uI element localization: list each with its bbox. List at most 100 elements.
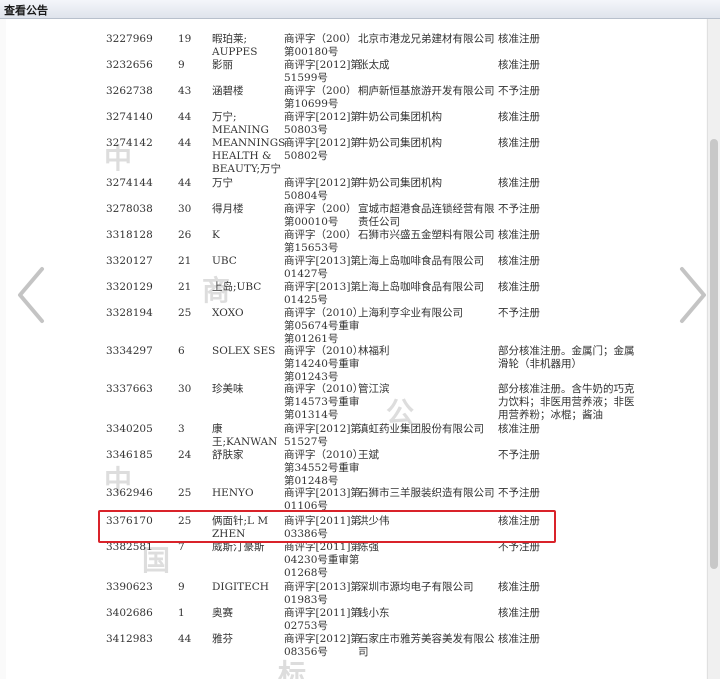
applicant: 张太成 <box>358 59 390 71</box>
application-number: 3274144 <box>106 177 153 189</box>
review-reference: 商评字[2011]第02753号 <box>284 607 361 632</box>
application-number: 3227969 <box>106 33 153 45</box>
review-reference: 商评字（200）第10699号 <box>284 85 357 110</box>
chevron-left-icon <box>18 267 44 323</box>
trademark-name: 奥赛 <box>212 607 233 619</box>
class-number: 44 <box>178 137 192 149</box>
class-number: 3 <box>178 423 185 435</box>
review-reference: 商评字（2010）第14573号重审第01314号 <box>284 383 360 421</box>
class-number: 44 <box>178 633 192 645</box>
announcement-page: 中 商 公 中 国 标 3227969 19 暇珀莱; AUPPES 商评字（2… <box>6 19 706 679</box>
chevron-right-icon <box>680 267 706 323</box>
class-number: 21 <box>178 255 192 267</box>
class-number: 6 <box>178 345 185 357</box>
review-reference: 商评字[2012]第50804号 <box>284 177 361 202</box>
class-number: 30 <box>178 203 192 215</box>
class-number: 19 <box>178 33 192 45</box>
application-number: 3412983 <box>106 633 153 645</box>
review-result: 核准注册 <box>498 633 540 645</box>
trademark-name: 万宁; MEANING <box>212 111 269 136</box>
review-result: 核准注册 <box>498 33 540 45</box>
window-titlebar: 查看公告 <box>0 0 720 19</box>
review-reference: 商评字（200）第00010号 <box>284 203 357 228</box>
class-number: 1 <box>178 607 185 619</box>
applicant: 滇虹药业集团股份有限公司 <box>358 423 484 435</box>
review-reference: 商评字[2011]第04230号重审第01268号 <box>284 541 361 579</box>
application-number: 3320127 <box>106 255 153 267</box>
applicant: 牛奶公司集团机构 <box>358 137 442 149</box>
trademark-name: 得月楼 <box>212 203 244 215</box>
trademark-name: 万宁 <box>212 177 233 189</box>
review-reference: 商评字[2013]第01983号 <box>284 581 361 606</box>
class-number: 30 <box>178 383 192 395</box>
trademark-name: 康王;KANWAN <box>212 423 278 448</box>
review-result: 不予注册 <box>498 203 540 215</box>
trademark-name: 雅芬 <box>212 633 233 645</box>
review-reference: 商评字[2013]第01425号 <box>284 281 361 306</box>
application-number: 3346185 <box>106 449 153 461</box>
application-number: 3337663 <box>106 383 153 395</box>
application-number: 3328194 <box>106 307 153 319</box>
applicant: 石狮市三羊服装织造有限公司 <box>358 487 495 499</box>
review-reference: 商评字（200）第15653号 <box>284 229 357 254</box>
class-number: 25 <box>178 307 192 319</box>
review-result: 核准注册 <box>498 177 540 189</box>
class-number: 43 <box>178 85 192 97</box>
review-reference: 商评字[2012]第50802号 <box>284 137 361 162</box>
trademark-name: 影丽 <box>212 59 233 71</box>
review-reference: 商评字[2013]第01427号 <box>284 255 361 280</box>
applicant: 石狮市兴盛五金塑料有限公司 <box>358 229 495 241</box>
application-number: 3232656 <box>106 59 153 71</box>
review-reference: 商评字[2012]第51527号 <box>284 423 361 448</box>
trademark-name: SOLEX SES <box>212 345 276 357</box>
vertical-scrollbar[interactable] <box>707 19 720 679</box>
application-number: 3318128 <box>106 229 153 241</box>
review-result: 核准注册 <box>498 255 540 267</box>
review-result: 不予注册 <box>498 307 540 319</box>
applicant: 牛奶公司集团机构 <box>358 111 442 123</box>
document-viewer: 中 商 公 中 国 标 3227969 19 暇珀莱; AUPPES 商评字（2… <box>0 19 720 679</box>
review-reference: 商评字（2010）第34552号重审第01248号 <box>284 449 360 487</box>
review-result: 核准注册 <box>498 581 540 593</box>
trademark-name: UBC <box>212 255 237 267</box>
applicant: 北京市港龙兄弟建材有限公司 <box>358 33 495 45</box>
previous-page-button[interactable] <box>12 265 52 325</box>
class-number: 21 <box>178 281 192 293</box>
review-result: 核准注册 <box>498 137 540 149</box>
trademark-name: 上岛;UBC <box>212 281 262 293</box>
review-result: 核准注册 <box>498 281 540 293</box>
trademark-name: XOXO <box>212 307 244 319</box>
application-number: 3334297 <box>106 345 153 357</box>
class-number: 9 <box>178 59 185 71</box>
review-result: 核准注册 <box>498 423 540 435</box>
window-title: 查看公告 <box>4 4 48 17</box>
review-reference: 商评字（2010）第05674号重审第01261号 <box>284 307 360 345</box>
review-reference: 商评字（200）第00180号 <box>284 33 357 58</box>
class-number: 24 <box>178 449 192 461</box>
trademark-name: 舒肤家 <box>212 449 244 461</box>
next-page-button[interactable] <box>672 265 712 325</box>
application-number: 3402686 <box>106 607 153 619</box>
applicant: 林福利 <box>358 345 390 357</box>
applicant: 牛奶公司集团机构 <box>358 177 442 189</box>
highlight-box <box>98 510 556 543</box>
scrollbar-thumb[interactable] <box>710 139 718 569</box>
class-number: 26 <box>178 229 192 241</box>
class-number: 25 <box>178 487 192 499</box>
class-number: 44 <box>178 177 192 189</box>
trademark-name: DIGITECH <box>212 581 269 593</box>
trademark-name: HENYO <box>212 487 254 499</box>
review-result: 不予注册 <box>498 449 540 461</box>
application-number: 3340205 <box>106 423 153 435</box>
review-reference: 商评字（2010）第14240号重审第01243号 <box>284 345 360 383</box>
review-result: 核准注册 <box>498 59 540 71</box>
review-reference: 商评字[2012]第50803号 <box>284 111 361 136</box>
trademark-name: 涵碧楼 <box>212 85 244 97</box>
applicant: 上海利亨伞业有限公司 <box>358 307 463 319</box>
review-result: 不予注册 <box>498 85 540 97</box>
trademark-name: K <box>212 229 220 241</box>
application-number: 3262738 <box>106 85 153 97</box>
review-reference: 商评字[2012]第51599号 <box>284 59 361 84</box>
application-number: 3320129 <box>106 281 153 293</box>
application-number: 3278038 <box>106 203 153 215</box>
